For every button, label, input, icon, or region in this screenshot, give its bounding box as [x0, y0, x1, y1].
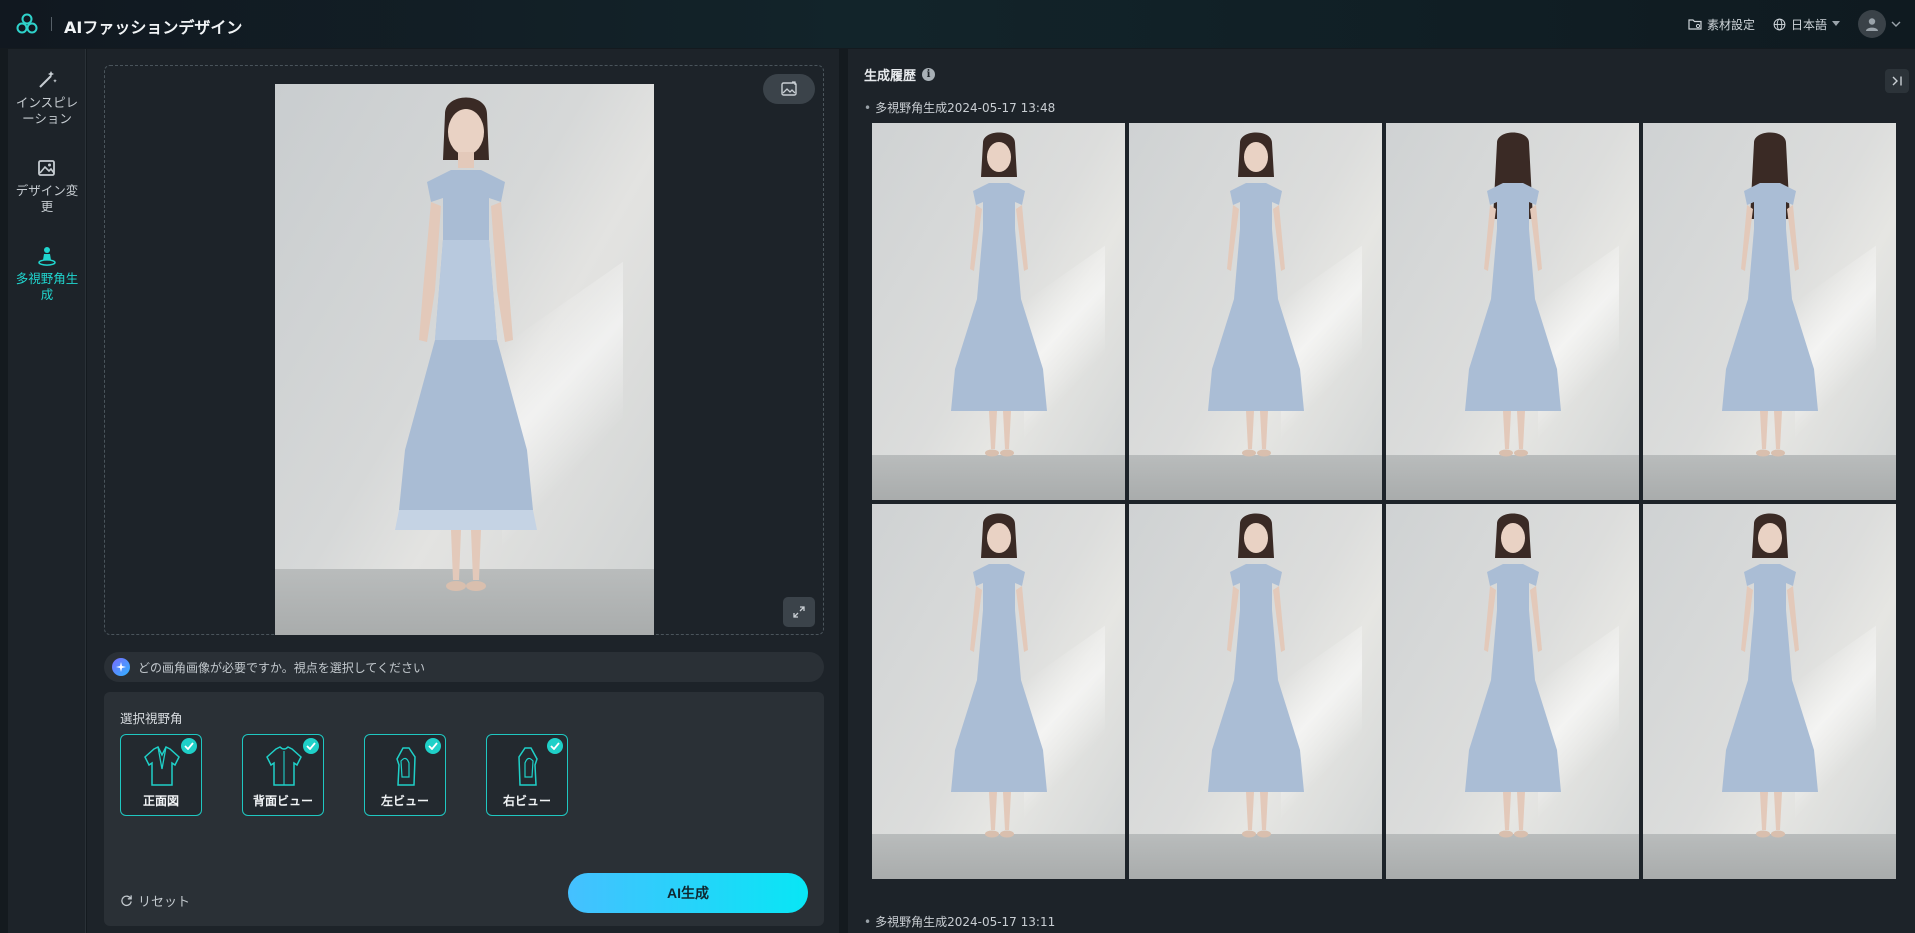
- sidebar-item-design-change[interactable]: デザイン変更: [8, 157, 86, 215]
- globe-icon: [1773, 18, 1786, 30]
- hint-bar: どの画角画像が必要ですか。視点を選択してください: [104, 652, 824, 682]
- model-figure: [1464, 132, 1561, 457]
- view-option-label: 正面図: [142, 794, 179, 808]
- user-icon: [1866, 18, 1878, 31]
- check-icon: [425, 738, 441, 754]
- sidebar-item-multi-view[interactable]: 多視野角生成: [8, 245, 86, 303]
- reset-label: リセット: [138, 895, 191, 910]
- model-figure: [1207, 132, 1304, 457]
- expand-icon: [793, 606, 805, 618]
- editor-panel: どの画角画像が必要ですか。視点を選択してください 選択視野角 正面図 背面ビュー: [87, 49, 839, 933]
- history-group-label: 多視野角生成2024-05-17 13:48: [864, 99, 1055, 116]
- history-title-label: 生成履歴: [864, 69, 917, 84]
- expand-button[interactable]: [783, 597, 815, 627]
- avatar: [1858, 10, 1886, 38]
- reset-button[interactable]: リセット: [120, 891, 190, 910]
- multi-view-person-icon: [38, 247, 56, 266]
- generated-image-thumbnail[interactable]: [872, 504, 1125, 879]
- check-icon: [303, 738, 319, 754]
- collapse-right-icon: [1892, 76, 1902, 86]
- caret-down-icon: [1832, 21, 1840, 26]
- language-label: 日本語: [1790, 17, 1827, 32]
- image-swap-icon: [781, 81, 797, 96]
- sidebar-item-label: 多視野角生成: [15, 271, 79, 302]
- history-title: 生成履歴 i: [864, 65, 936, 84]
- brand-logo-icon: [16, 13, 38, 34]
- front-view-garment-icon: [144, 745, 180, 786]
- chevron-down-icon: [1891, 21, 1901, 27]
- top-bar: AIファッションデザイン 素材設定 日本語: [0, 0, 1915, 48]
- sidebar-item-label: インスピレーション: [15, 95, 79, 126]
- sidebar-item-label: デザイン変更: [15, 183, 79, 214]
- history-group-label: 多視野角生成2024-05-17 13:11: [864, 913, 1055, 930]
- model-figure: [394, 97, 537, 591]
- magic-wand-icon: [39, 71, 57, 88]
- generated-image-thumbnail[interactable]: [1129, 123, 1382, 500]
- brand-divider: [51, 17, 52, 31]
- view-option-right[interactable]: 右ビュー: [486, 734, 568, 816]
- check-icon: [181, 738, 197, 754]
- model-figure: [950, 513, 1047, 838]
- sparkle-icon: [112, 658, 130, 676]
- generated-image-thumbnail[interactable]: [1643, 504, 1896, 879]
- image-canvas[interactable]: [104, 65, 824, 635]
- model-figure: [950, 132, 1047, 457]
- view-selection-title: 選択視野角: [120, 711, 183, 726]
- view-option-back[interactable]: 背面ビュー: [242, 734, 324, 816]
- replace-image-button[interactable]: [763, 74, 815, 104]
- materials-settings-button[interactable]: 素材設定: [1688, 16, 1755, 33]
- view-option-label: 左ビュー: [380, 794, 429, 808]
- model-figure: [1721, 513, 1818, 838]
- hint-text: どの画角画像が必要ですか。視点を選択してください: [138, 660, 426, 675]
- model-figure: [1207, 513, 1304, 838]
- view-option-label: 右ビュー: [502, 794, 551, 808]
- materials-settings-label: 素材設定: [1706, 17, 1755, 32]
- view-option-label: 背面ビュー: [252, 794, 313, 808]
- ai-generate-button[interactable]: AI生成: [568, 873, 808, 913]
- user-menu[interactable]: [1858, 10, 1901, 38]
- sidebar-item-inspiration[interactable]: インスピレーション: [8, 69, 86, 127]
- right-view-garment-icon: [518, 747, 538, 786]
- model-figure: [1464, 513, 1561, 838]
- refresh-icon: [121, 895, 132, 907]
- generated-image-thumbnail[interactable]: [1386, 504, 1639, 879]
- folder-settings-icon: [1688, 19, 1702, 30]
- info-icon[interactable]: i: [922, 68, 936, 81]
- generation-history-panel: 生成履歴 i 多視野角生成2024-05-17 13:48 多視野角生成2024…: [848, 49, 1915, 933]
- top-right-actions: 素材設定 日本語: [1688, 10, 1901, 38]
- left-view-garment-icon: [396, 747, 416, 786]
- collapse-panel-button[interactable]: [1885, 69, 1909, 93]
- generated-image-thumbnail[interactable]: [1386, 123, 1639, 500]
- check-icon: [547, 738, 563, 754]
- back-view-garment-icon: [266, 746, 302, 786]
- view-selection-panel: 選択視野角 正面図 背面ビュー 左ビュー 右ビュー リセット AI生成: [104, 692, 824, 926]
- image-edit-icon: [38, 160, 55, 176]
- generated-image-thumbnail[interactable]: [1129, 504, 1382, 879]
- generated-image-thumbnail[interactable]: [872, 123, 1125, 500]
- sidebar: インスピレーション デザイン変更 多視野角生成: [8, 49, 86, 933]
- view-option-left[interactable]: 左ビュー: [364, 734, 446, 816]
- language-selector[interactable]: 日本語: [1773, 16, 1840, 33]
- source-model-photo: [275, 84, 654, 635]
- model-figure: [1721, 132, 1818, 457]
- generated-image-thumbnail[interactable]: [1643, 123, 1896, 500]
- view-option-front[interactable]: 正面図: [120, 734, 202, 816]
- app-title: AIファッションデザイン: [64, 18, 243, 37]
